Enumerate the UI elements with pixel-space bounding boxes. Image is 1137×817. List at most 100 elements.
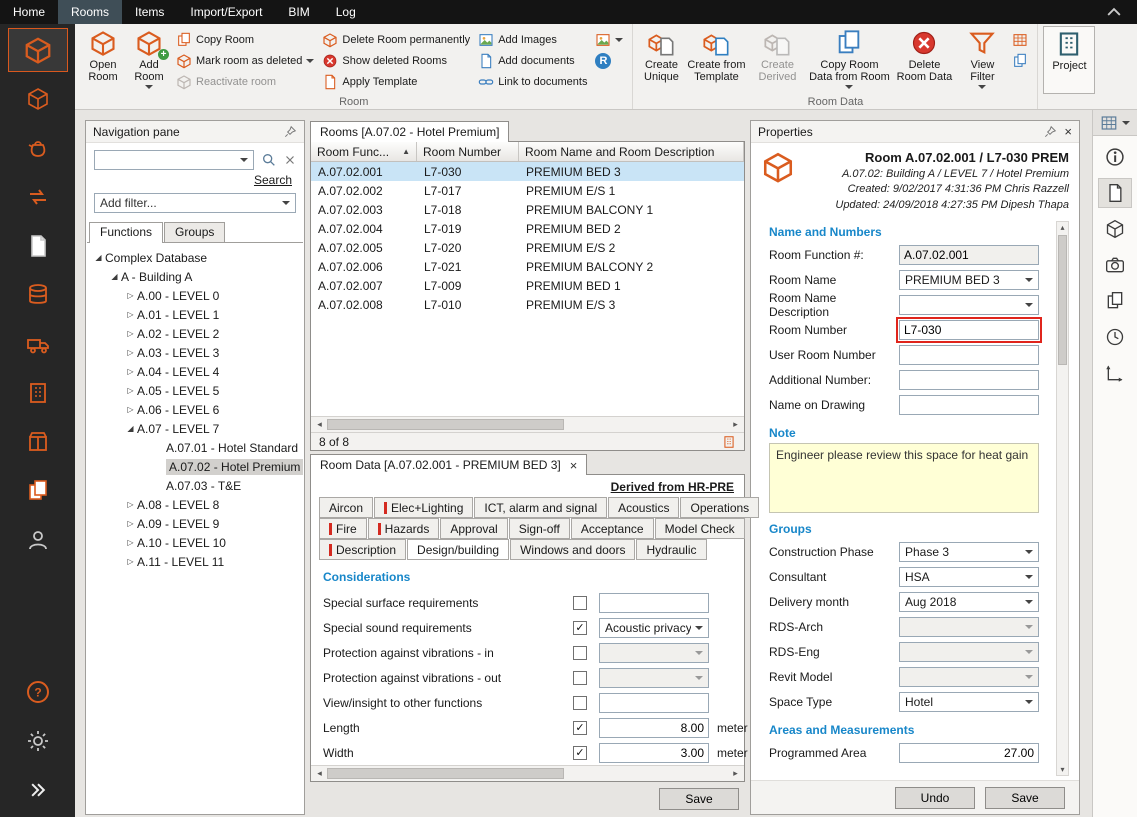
space-type-select[interactable]: Hotel [899,692,1039,712]
tree-item-te[interactable]: A.07.03 - T&E [86,476,304,495]
tree-item-level-9[interactable]: ▷A.09 - LEVEL 9 [86,514,304,533]
revit-model-select[interactable] [899,667,1039,687]
history-button[interactable] [1098,322,1132,352]
length-checkbox[interactable]: ✓ [573,721,587,735]
vibrations-out-select[interactable] [599,668,709,688]
tree-item-level-6[interactable]: ▷A.06 - LEVEL 6 [86,400,304,419]
pin-icon[interactable] [1043,125,1057,139]
special-surface-input[interactable] [599,593,709,613]
view-insight-input[interactable] [599,693,709,713]
room-row-3[interactable]: A.07.02.004L7-019PREMIUM BED 2 [311,219,744,238]
menu-tab-items[interactable]: Items [122,0,177,24]
sidebar-database-icon[interactable] [8,273,68,317]
apply-template-button[interactable]: Apply Template [318,71,474,92]
properties-save-button[interactable]: Save [985,787,1065,809]
tree-item-level-11[interactable]: ▷A.11 - LEVEL 11 [86,552,304,571]
scroll-left-icon[interactable]: ◂ [312,768,327,779]
rooms-list-tab[interactable]: Rooms [A.07.02 - Hotel Premium] [310,121,509,142]
scroll-left-icon[interactable]: ◂ [312,419,327,430]
rooms-horizontal-scrollbar[interactable]: ◂▸ [311,416,744,432]
search-link[interactable]: Search [254,173,292,187]
room-row-0[interactable]: A.07.02.001L7-030PREMIUM BED 3 [311,162,744,181]
column-header-room-number[interactable]: Room Number [417,142,519,161]
sidebar-products-icon[interactable] [8,420,68,464]
tab-design-building[interactable]: Design/building [407,539,509,560]
tab-hydraulic[interactable]: Hydraulic [636,539,706,560]
sidebar-items-icon[interactable] [8,126,68,170]
show-deleted-rooms-button[interactable]: Show deleted Rooms [318,50,474,71]
derived-from-link[interactable]: Derived from HR-PRE [611,480,734,494]
add-room-button[interactable]: + Add Room [126,26,172,94]
tree-item-level-8[interactable]: ▷A.08 - LEVEL 8 [86,495,304,514]
menu-tab-home[interactable]: Home [0,0,58,24]
tree-item-level-4[interactable]: ▷A.04 - LEVEL 4 [86,362,304,381]
additional-number-input[interactable] [899,370,1039,390]
column-header-room-function[interactable]: Room Func...▲ [311,142,417,161]
programmed-area-input[interactable] [899,743,1039,763]
copies-button[interactable] [1098,286,1132,316]
tree-item-level-0[interactable]: ▷A.00 - LEVEL 0 [86,286,304,305]
tree-item-hotel-standard[interactable]: A.07.01 - Hotel Standard [86,438,304,457]
room-row-7[interactable]: A.07.02.008L7-010PREMIUM E/S 3 [311,295,744,314]
model-button[interactable] [1098,214,1132,244]
tab-sign-off[interactable]: Sign-off [509,518,570,539]
sidebar-settings-icon[interactable] [8,719,68,763]
search-input[interactable] [94,150,254,170]
vibrations-in-select[interactable] [599,643,709,663]
photos-button[interactable] [1098,250,1132,280]
add-filter-dropdown[interactable]: Add filter... [94,193,296,213]
scrollbar-thumb[interactable] [1058,235,1067,365]
room-data-report-button[interactable] [1008,29,1032,50]
undo-button[interactable]: Undo [895,787,975,809]
room-row-5[interactable]: A.07.02.006L7-021PREMIUM BALCONY 2 [311,257,744,276]
width-checkbox[interactable]: ✓ [573,746,587,760]
tab-hazards[interactable]: Hazards [368,518,440,539]
tree-item-level-2[interactable]: ▷A.02 - LEVEL 2 [86,324,304,343]
user-room-number-input[interactable] [899,345,1039,365]
room-row-4[interactable]: A.07.02.005L7-020PREMIUM E/S 2 [311,238,744,257]
info-button[interactable] [1098,142,1132,172]
tab-groups[interactable]: Groups [164,222,225,242]
measurements-button[interactable] [1098,358,1132,388]
search-icon[interactable] [261,152,277,168]
menu-tab-rooms[interactable]: Rooms [58,0,122,24]
revit-badge-button[interactable]: R [591,50,627,71]
delivery-month-select[interactable]: Aug 2018 [899,592,1039,612]
scroll-right-icon[interactable]: ▸ [728,768,743,779]
scrollbar-thumb[interactable] [327,768,564,779]
tree-item-level-5[interactable]: ▷A.05 - LEVEL 5 [86,381,304,400]
mark-room-deleted-button[interactable]: Mark room as deleted [172,50,318,71]
room-row-1[interactable]: A.07.02.002L7-017PREMIUM E/S 1 [311,181,744,200]
view-filter-button[interactable]: View Filter [956,26,1008,94]
tree-item-building-a[interactable]: ◢A - Building A [86,267,304,286]
image-options-button[interactable] [591,29,627,50]
special-surface-checkbox[interactable] [573,596,587,610]
room-name-description-select[interactable] [899,295,1039,315]
scroll-right-icon[interactable]: ▸ [728,419,743,430]
scroll-down-icon[interactable]: ▾ [1060,764,1064,775]
copy-room-button[interactable]: Copy Room [172,29,318,50]
add-images-button[interactable]: Add Images [474,29,591,50]
construction-phase-select[interactable]: Phase 3 [899,542,1039,562]
delete-room-data-button[interactable]: Delete Room Data [892,26,956,94]
room-row-6[interactable]: A.07.02.007L7-009PREMIUM BED 1 [311,276,744,295]
layout-grid-button[interactable] [1093,110,1137,136]
tab-operations[interactable]: Operations [680,497,759,518]
menu-tab-import-export[interactable]: Import/Export [177,0,275,24]
scroll-up-icon[interactable]: ▴ [1060,222,1064,233]
room-function-input[interactable] [899,245,1039,265]
room-data-tab[interactable]: Room Data [A.07.02.001 - PREMIUM BED 3]× [310,454,587,475]
sidebar-buildings-icon[interactable] [8,371,68,415]
tab-acceptance[interactable]: Acceptance [571,518,654,539]
create-unique-button[interactable]: Create Unique [638,26,684,94]
search-history-dropdown-icon[interactable] [240,158,248,162]
sidebar-rooms-icon[interactable] [8,28,68,72]
room-data-sync-button[interactable] [1008,50,1032,71]
note-textarea[interactable]: Engineer please review this space for he… [769,443,1039,513]
close-properties-icon[interactable]: × [1064,125,1072,138]
tab-aircon[interactable]: Aircon [319,497,373,518]
sidebar-expand-icon[interactable] [8,768,68,812]
sidebar-room-model-icon[interactable] [8,77,68,121]
tab-windows-doors[interactable]: Windows and doors [510,539,635,560]
tree-item-level-10[interactable]: ▷A.10 - LEVEL 10 [86,533,304,552]
